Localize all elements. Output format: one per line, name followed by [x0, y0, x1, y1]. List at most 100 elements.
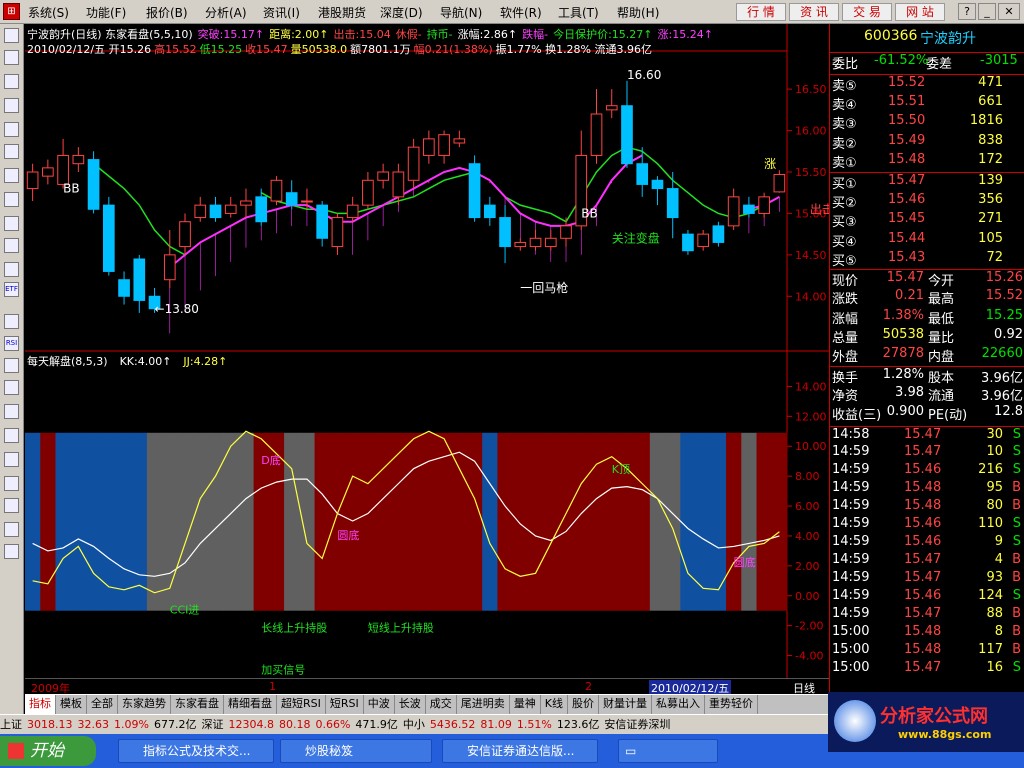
tick-price: 15.47: [904, 444, 942, 459]
indicator-tab[interactable]: 东家看盘: [171, 695, 224, 714]
pencil-icon[interactable]: [4, 476, 19, 491]
menu-item[interactable]: 导航(N): [440, 4, 482, 21]
top-button[interactable]: 行 情: [736, 3, 786, 21]
indicator-tab[interactable]: 指标: [25, 695, 56, 714]
menu-item[interactable]: 分析(A): [205, 4, 247, 21]
indicator-band: [634, 432, 651, 611]
tick-price: 15.46: [904, 516, 942, 531]
candle-body: [240, 200, 252, 206]
indicator-tab[interactable]: 东家趋势: [118, 695, 171, 714]
order-price: 15.47: [888, 173, 926, 188]
tool-icon[interactable]: [4, 98, 19, 113]
tool-icon[interactable]: [4, 314, 19, 329]
indicator-band: [482, 432, 498, 611]
price-annotation: BB: [63, 182, 79, 196]
tool-icon[interactable]: [4, 452, 19, 467]
tick-price: 15.46: [904, 462, 942, 477]
app-logo-icon[interactable]: ⊞: [3, 3, 20, 20]
price-tick-label: 16.00: [795, 125, 827, 138]
tool-icon[interactable]: [4, 428, 19, 443]
tool-icon[interactable]: [4, 262, 19, 277]
indicator-tab[interactable]: 全部: [87, 695, 118, 714]
indicator-tab[interactable]: 重势轻价: [705, 695, 758, 714]
task-tdx[interactable]: 安信证券通达信版...: [442, 739, 598, 763]
top-button[interactable]: 资 讯: [789, 3, 839, 21]
menu-item[interactable]: 资讯(I): [263, 4, 300, 21]
tick-row: 15:00 15.47 16 S: [830, 660, 1024, 679]
chart-area[interactable]: 14.00 14.50 15.00 15.50 16.00 16.50 -4.00 -2.00…: [25, 24, 829, 678]
price-annotation: 一回马枪: [520, 280, 568, 295]
task-tray[interactable]: ▭: [618, 739, 718, 763]
indicator-tab[interactable]: 长波: [395, 695, 426, 714]
indicator-tab[interactable]: 财量计量: [599, 695, 652, 714]
menu-item[interactable]: 港股期货: [318, 4, 366, 21]
close-window-button[interactable]: ✕: [998, 3, 1020, 20]
tool-icon[interactable]: [4, 216, 19, 231]
indicator-band: [207, 432, 224, 611]
indicator-tab[interactable]: 短RSI: [326, 695, 364, 714]
arrow-up-icon[interactable]: [4, 522, 19, 537]
tool-icon[interactable]: [4, 74, 19, 89]
indicator-band: [85, 432, 102, 611]
order-row: 买② 15.46 356: [830, 192, 1024, 211]
indicator-tab[interactable]: 量神: [510, 695, 541, 714]
task-secrets[interactable]: 炒股秘笈: [280, 739, 432, 763]
tool-icon[interactable]: [4, 380, 19, 395]
task-formula[interactable]: 指标公式及技术交...: [118, 739, 274, 763]
tick-time: 14:58: [832, 427, 870, 442]
indicator-tab[interactable]: 模板: [56, 695, 87, 714]
indicator-tab[interactable]: 尾进明卖: [457, 695, 510, 714]
stat-row: 涨幅 1.38% 最低 15.25: [830, 308, 1024, 327]
menu-item[interactable]: 软件(R): [500, 4, 542, 21]
price-tick-label: 14.00: [795, 290, 827, 303]
rsi-icon[interactable]: RSI: [4, 336, 19, 351]
order-price: 15.49: [888, 132, 926, 148]
etf-icon[interactable]: ETF: [4, 282, 19, 297]
menu-item[interactable]: 报价(B): [146, 4, 188, 21]
menu-item[interactable]: 功能(F): [86, 4, 126, 21]
stat-value: 1.38%: [882, 307, 924, 323]
top-button[interactable]: 交 易: [842, 3, 892, 21]
header-field: 休假-: [395, 28, 422, 41]
help-window-button[interactable]: ?: [958, 3, 976, 20]
minimize-window-button[interactable]: _: [978, 3, 996, 20]
menu-item[interactable]: 深度(D): [380, 4, 423, 21]
indicator-tab[interactable]: 成交: [426, 695, 457, 714]
indicator-tab[interactable]: 精细看盘: [224, 695, 277, 714]
tool-icon[interactable]: [4, 144, 19, 159]
weibi-label: 委比: [832, 57, 859, 72]
stat-label: 换手: [832, 370, 859, 386]
brand-watermark: 分析家公式网 www.88gs.com: [828, 692, 1024, 752]
tick-side: S: [1012, 534, 1021, 549]
tool-icon[interactable]: [4, 122, 19, 137]
menu-item[interactable]: 帮助(H): [617, 4, 659, 21]
menu-item[interactable]: 系统(S): [28, 4, 69, 21]
indicator-tab[interactable]: 超短RSI: [277, 695, 326, 714]
indicator-tab[interactable]: K线: [541, 695, 568, 714]
header-field: 持币-: [426, 28, 453, 41]
indicator-band: [360, 432, 377, 611]
arrow-down-icon[interactable]: [4, 544, 19, 559]
candle-body: [468, 163, 481, 219]
tool-icon[interactable]: [4, 358, 19, 373]
tool-icon[interactable]: [4, 168, 19, 183]
tick-price: 15.48: [904, 498, 942, 513]
indicator-tab[interactable]: 股价: [568, 695, 599, 714]
indicator-band: [25, 432, 41, 611]
tool-icon[interactable]: [4, 238, 19, 253]
tool-icon[interactable]: [4, 50, 19, 65]
stat-label: 股本: [928, 370, 955, 386]
start-button[interactable]: 开始: [0, 736, 96, 766]
indicator-annotation: K顶: [612, 463, 630, 476]
tool-icon[interactable]: [4, 192, 19, 207]
dollar-icon[interactable]: [4, 404, 19, 419]
stat-value: 22660: [981, 346, 1023, 362]
top-button[interactable]: 网 站: [895, 3, 945, 21]
move-icon[interactable]: [4, 498, 19, 513]
indicator-tab[interactable]: 私募出入: [652, 695, 705, 714]
tool-icon[interactable]: [4, 28, 19, 43]
menu-item[interactable]: 工具(T): [558, 4, 599, 21]
candle-body: [560, 225, 572, 239]
indicator-tab[interactable]: 中波: [364, 695, 395, 714]
chart-svg[interactable]: 14.0014.5015.0015.5016.0016.50-4.00-2.00…: [25, 24, 829, 678]
